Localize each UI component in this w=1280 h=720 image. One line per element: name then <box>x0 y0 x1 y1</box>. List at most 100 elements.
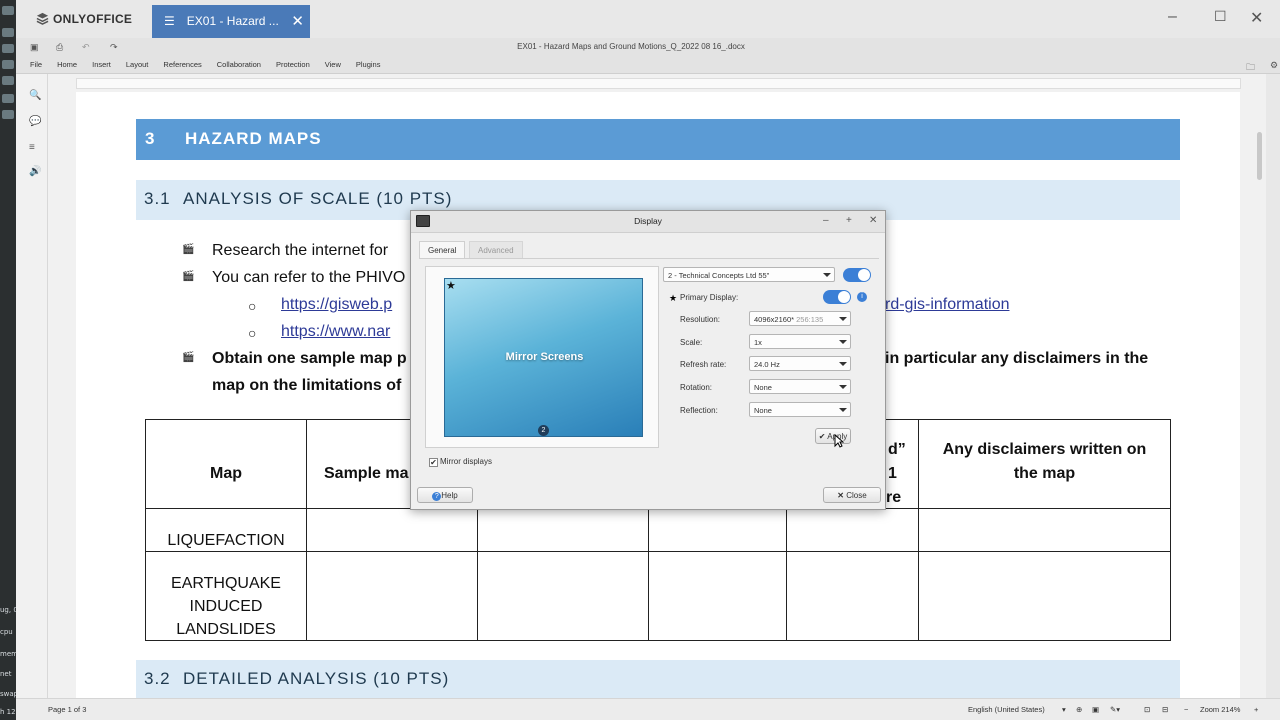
heading-text: ANALYSIS OF SCALE (10 PTS) <box>183 189 453 208</box>
app-launcher-icon[interactable] <box>2 28 14 37</box>
help-button[interactable]: ? Help <box>417 487 473 503</box>
comments-icon[interactable]: 💬 <box>29 116 41 127</box>
spellcheck-toggle-icon[interactable]: ▣ <box>1092 705 1099 714</box>
bullet-icon: 🎬 <box>182 244 195 255</box>
check-icon: ✔ <box>818 432 826 441</box>
help-label: Help <box>441 491 458 500</box>
horizontal-ruler[interactable] <box>48 74 1258 92</box>
scale-label: Scale: <box>680 338 703 347</box>
row-liquefaction: LIQUEFACTION <box>167 532 285 549</box>
vertical-ruler[interactable] <box>48 92 60 698</box>
tab-advanced[interactable]: Advanced <box>469 241 523 259</box>
rotation-value: None <box>754 383 772 392</box>
primary-display-toggle[interactable] <box>823 290 851 304</box>
heading-number: 3 <box>145 129 156 148</box>
app-launcher-icon[interactable] <box>2 6 14 15</box>
rotation-select[interactable]: None <box>749 379 851 394</box>
zoom-in-icon[interactable]: + <box>1254 705 1258 714</box>
scrollbar-thumb[interactable] <box>1257 132 1262 180</box>
resolution-ratio: 256:135 <box>796 315 824 324</box>
header-map: Map <box>210 465 242 482</box>
row-landslides: LANDSLIDES <box>176 621 276 638</box>
monitor-enable-toggle[interactable] <box>843 268 871 282</box>
close-button[interactable]: ✕ Close <box>823 487 881 503</box>
hyperlink[interactable]: https://gisweb.p <box>281 296 392 314</box>
info-icon[interactable]: i <box>857 292 867 302</box>
dialog-close-icon[interactable]: ✕ <box>869 215 877 226</box>
clock-date: ug, 0 <box>0 606 16 614</box>
hyperlink[interactable]: https://www.nar <box>281 323 390 341</box>
resolution-select[interactable]: 4096x2160* 256:135 <box>749 311 851 326</box>
minimize-button[interactable]: – <box>1168 8 1177 26</box>
menu-view[interactable]: View <box>325 60 341 69</box>
app-launcher-icon[interactable] <box>2 60 14 69</box>
mem-monitor: mem <box>0 650 16 658</box>
tab-general[interactable]: General <box>419 241 466 259</box>
swap-monitor: swap <box>0 690 16 698</box>
header-disclaimers: Any disclaimers written on <box>942 441 1147 458</box>
refresh-rate-select[interactable]: 24.0 Hz <box>749 356 851 371</box>
mirror-displays-checkbox[interactable]: ✔ Mirror displays <box>429 457 492 467</box>
resolution-value: 4096x2160* <box>754 315 795 324</box>
row-landslides: EARTHQUAKE <box>171 575 281 592</box>
header-fragment: re <box>886 489 902 506</box>
app-launcher-icon[interactable] <box>2 94 14 103</box>
spellcheck-icon[interactable]: ▾ <box>1062 705 1066 714</box>
menu-collaboration[interactable]: Collaboration <box>217 60 261 69</box>
bullet-icon: 🎬 <box>182 271 195 282</box>
screen-preview[interactable]: ★ Mirror Screens 2 <box>444 278 643 437</box>
settings-icon[interactable]: ⚙ <box>1270 60 1278 71</box>
globe-icon[interactable]: ⊕ <box>1076 705 1082 714</box>
app-launcher-icon[interactable] <box>2 110 14 119</box>
app-launcher-icon[interactable] <box>2 76 14 85</box>
heading-detailed-analysis: 3.2 DETAILED ANALYSIS (10 PTS) <box>136 660 1180 698</box>
menu-insert[interactable]: Insert <box>92 60 111 69</box>
hyperlink-tail[interactable]: rd-gis-information <box>885 296 1009 314</box>
menu-home[interactable]: Home <box>57 60 77 69</box>
dialog-maximize-button[interactable]: + <box>846 215 852 226</box>
clock-time: h 12: <box>0 708 16 716</box>
language-selector[interactable]: English (United States) <box>968 705 1045 714</box>
reflection-label: Reflection: <box>680 406 718 415</box>
search-icon[interactable]: 🔍 <box>29 90 41 101</box>
close-tab-icon[interactable]: ✕ <box>291 12 304 30</box>
tab-title: EX01 - Hazard ... <box>186 14 279 28</box>
close-label: Close <box>846 491 867 500</box>
bullet-text: You can refer to the PHIVO <box>212 269 406 286</box>
onlyoffice-logo-icon <box>36 12 49 25</box>
checkbox-checked-icon[interactable]: ✔ <box>429 458 438 467</box>
app-titlebar: ONLYOFFICE ☰ EX01 - Hazard ... ✕ – ☐ ✕ <box>16 0 1280 38</box>
vertical-scrollbar[interactable] <box>1254 92 1266 698</box>
monitor-select[interactable]: 2 - Technical Concepts Ltd 55" <box>663 267 835 282</box>
menu-plugins[interactable]: Plugins <box>356 60 381 69</box>
close-window-button[interactable]: ✕ <box>1250 8 1263 28</box>
menu-file[interactable]: File <box>30 60 42 69</box>
dialog-minimize-button[interactable]: – <box>823 215 829 226</box>
menu-layout[interactable]: Layout <box>126 60 149 69</box>
maximize-button[interactable]: ☐ <box>1214 8 1227 25</box>
scale-select[interactable]: 1x <box>749 334 851 349</box>
fit-page-icon[interactable]: ⊡ <box>1144 705 1150 714</box>
navigation-icon[interactable]: ≡ <box>29 142 35 153</box>
header-fragment: d” <box>888 441 906 458</box>
document-tab[interactable]: ☰ EX01 - Hazard ... ✕ <box>152 5 310 38</box>
primary-display-label: Primary Display: <box>680 293 739 302</box>
document-title: EX01 - Hazard Maps and Ground Motions_Q_… <box>517 42 745 51</box>
apply-button[interactable]: ✔ Apply <box>815 428 851 444</box>
speaker-icon[interactable]: 🔊 <box>29 166 41 177</box>
zoom-out-icon[interactable]: − <box>1184 705 1188 714</box>
fit-width-icon[interactable]: ⊟ <box>1162 705 1168 714</box>
page-count: Page 1 of 3 <box>48 705 87 714</box>
sub-bullet: ○ <box>248 298 257 314</box>
menu-protection[interactable]: Protection <box>276 60 310 69</box>
menu-bar: File Home Insert Layout References Colla… <box>30 60 395 69</box>
mirror-label: Mirror displays <box>440 457 493 466</box>
track-changes-icon[interactable]: ✎▾ <box>1110 705 1120 714</box>
close-icon: ✕ <box>837 491 844 500</box>
reflection-select[interactable]: None <box>749 402 851 417</box>
menu-references[interactable]: References <box>163 60 201 69</box>
bullet-text: in particular any disclaimers in the <box>885 350 1149 367</box>
brand-text: ONLYOFFICE <box>53 12 133 26</box>
app-launcher-icon[interactable] <box>2 44 14 53</box>
heading-number: 3.2 <box>144 669 171 688</box>
